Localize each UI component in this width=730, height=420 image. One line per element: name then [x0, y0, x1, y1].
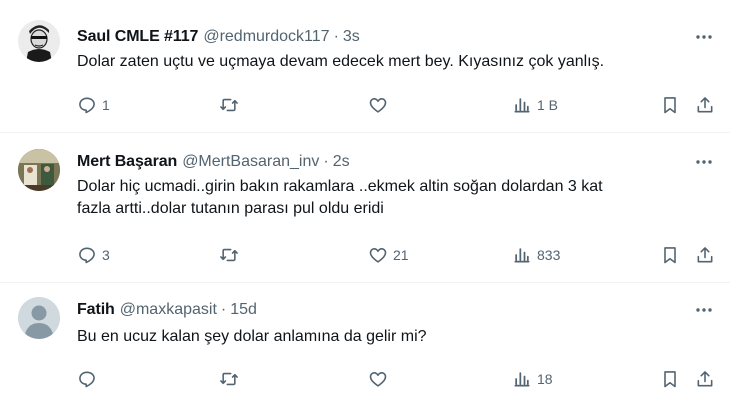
- view-count: 1 B: [537, 97, 559, 113]
- share-button[interactable]: [695, 243, 715, 267]
- bookmark-icon: [664, 247, 676, 264]
- tweet-header: Mert Başaran @MertBasaran_inv · 2s: [77, 151, 350, 173]
- tweet-text: Dolar hiç ucmadi..girin bakın rakamlara …: [77, 176, 717, 220]
- more-horizontal-icon: [696, 160, 712, 164]
- views-button[interactable]: 833: [512, 243, 560, 267]
- reply-button[interactable]: 3: [77, 243, 110, 267]
- retweet-button[interactable]: [219, 93, 244, 117]
- more-options-button[interactable]: [692, 150, 716, 174]
- default-person-avatar-icon: [18, 297, 60, 339]
- user-handle[interactable]: @MertBasaran_inv: [182, 153, 319, 171]
- timestamp[interactable]: 15d: [230, 301, 257, 319]
- display-name[interactable]: Fatih: [77, 301, 115, 319]
- reply-button[interactable]: [77, 367, 102, 391]
- tweet-text: Dolar zaten uçtu ve uçmaya devam edecek …: [77, 51, 717, 73]
- views-button[interactable]: 1 B: [512, 93, 558, 117]
- avatar[interactable]: [18, 297, 60, 339]
- reply-icon: [79, 371, 95, 388]
- views-button[interactable]: 18: [512, 367, 553, 391]
- bookmark-icon: [664, 371, 676, 388]
- heart-icon: [369, 248, 387, 263]
- share-icon: [697, 97, 713, 113]
- separator-dot: ·: [333, 28, 339, 45]
- display-name[interactable]: Saul CMLE #117: [77, 28, 198, 46]
- analytics-bars-icon: [514, 372, 530, 387]
- heart-icon: [369, 98, 387, 113]
- more-options-button[interactable]: [692, 25, 716, 49]
- separator-dot: ·: [220, 301, 227, 318]
- avatar[interactable]: [18, 20, 60, 62]
- action-bar: 3 21 833: [77, 243, 717, 267]
- like-button[interactable]: 21: [368, 243, 409, 267]
- display-name[interactable]: Mert Başaran: [77, 153, 177, 171]
- more-options-button[interactable]: [692, 298, 716, 322]
- retweet-icon: [220, 372, 238, 386]
- tweet-text-line: Dolar hiç ucmadi..girin bakın rakamlara …: [77, 178, 603, 195]
- tweet-text: Bu en ucuz kalan şey dolar anlamına da g…: [77, 326, 717, 348]
- analytics-bars-icon: [514, 248, 530, 263]
- bookmark-button[interactable]: [660, 367, 680, 391]
- tweet-header: Fatih @maxkapasit · 15d: [77, 299, 257, 321]
- separator-dot: ·: [323, 153, 329, 170]
- tweet[interactable]: Mert Başaran @MertBasaran_inv · 2s Dolar…: [0, 133, 730, 283]
- photo-avatar-icon: [18, 149, 60, 191]
- tweet-text-line: Dolar zaten uçtu ve uçmaya devam edecek …: [77, 53, 605, 70]
- user-handle[interactable]: @maxkapasit: [120, 301, 217, 319]
- bookmark-button[interactable]: [660, 93, 680, 117]
- reply-icon: [79, 97, 95, 114]
- reply-count: 3: [102, 247, 110, 263]
- like-button[interactable]: [368, 367, 393, 391]
- view-count: 18: [537, 371, 553, 387]
- retweet-button[interactable]: [219, 367, 244, 391]
- cartoon-portrait-avatar-icon: [18, 20, 60, 62]
- tweet[interactable]: Fatih @maxkapasit · 15d Bu en ucuz kalan…: [0, 283, 730, 420]
- view-count: 833: [537, 247, 561, 263]
- reply-icon: [79, 247, 95, 264]
- user-handle[interactable]: @redmurdock117: [203, 28, 329, 46]
- timestamp[interactable]: 2s: [333, 153, 350, 171]
- heart-icon: [369, 372, 387, 387]
- tweet-text-line: Bu en ucuz kalan şey dolar anlamına da g…: [77, 328, 427, 345]
- bookmark-icon: [664, 97, 676, 114]
- share-button[interactable]: [695, 93, 715, 117]
- share-button[interactable]: [695, 367, 715, 391]
- tweet-text-line: fazla artti..dolar tutanın parası pul ol…: [77, 200, 384, 217]
- retweet-icon: [220, 98, 238, 112]
- like-count: 21: [393, 247, 409, 263]
- retweet-button[interactable]: [219, 243, 244, 267]
- analytics-bars-icon: [514, 98, 530, 113]
- share-icon: [697, 247, 713, 263]
- tweet[interactable]: Saul CMLE #117 @redmurdock117 · 3s Dolar…: [0, 0, 730, 133]
- action-bar: 1 1 B: [77, 93, 717, 117]
- more-horizontal-icon: [696, 308, 712, 312]
- reply-button[interactable]: 1: [77, 93, 110, 117]
- timestamp[interactable]: 3s: [343, 28, 360, 46]
- action-bar: 18: [77, 367, 717, 391]
- tweet-header: Saul CMLE #117 @redmurdock117 · 3s: [77, 26, 360, 48]
- avatar[interactable]: [18, 149, 60, 191]
- share-icon: [697, 371, 713, 387]
- like-button[interactable]: [368, 93, 393, 117]
- more-horizontal-icon: [696, 35, 712, 39]
- bookmark-button[interactable]: [660, 243, 680, 267]
- retweet-icon: [220, 248, 238, 262]
- reply-count: 1: [102, 97, 110, 113]
